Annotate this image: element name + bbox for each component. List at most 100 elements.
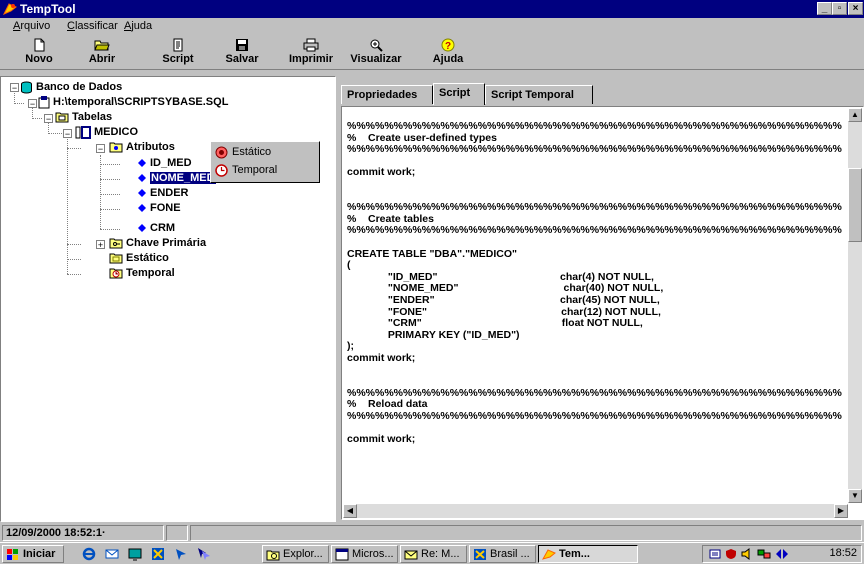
- vertical-scrollbar[interactable]: ▲ ▼: [848, 108, 862, 503]
- scroll-left-button[interactable]: ◀: [343, 504, 357, 518]
- scroll-down-button[interactable]: ▼: [848, 489, 862, 503]
- magnifier-icon: [370, 39, 383, 52]
- tab-label-propriedades: Propriedades: [347, 89, 418, 101]
- channel-icon[interactable]: [151, 547, 165, 561]
- context-menu: Estático Temporal: [210, 141, 320, 183]
- table-icon: [75, 125, 91, 139]
- abrir-button[interactable]: Abrir: [82, 35, 122, 69]
- menu-ajuda[interactable]: Ajuda: [124, 20, 152, 32]
- start-button[interactable]: Iniciar: [2, 545, 64, 563]
- status-bar: 12/09/2000 18:52:1·: [0, 524, 864, 542]
- internet-explorer-icon[interactable]: [82, 547, 96, 561]
- scroll-right-button[interactable]: ▶: [834, 504, 848, 518]
- imprimir-button[interactable]: Imprimir: [284, 35, 338, 69]
- script-text[interactable]: %%%%%%%%%%%%%%%%%%%%%%%%%%%%%%%%%%%%%%%%…: [347, 121, 842, 501]
- explorer-icon: [266, 550, 280, 561]
- attribute-icon: [138, 189, 146, 198]
- attribute-icon: [138, 224, 146, 233]
- ctx-item-temporal[interactable]: Temporal: [215, 162, 277, 179]
- tree-item-attr-id-med[interactable]: ID_MED: [137, 156, 192, 171]
- mail-icon: [404, 550, 418, 560]
- app-icon: [542, 549, 556, 560]
- tab-script[interactable]: Script: [433, 83, 485, 105]
- application-window-icon: [335, 548, 349, 561]
- tree-item-tabelas[interactable]: Tabelas: [55, 110, 112, 125]
- expander-tabelas[interactable]: −: [44, 114, 53, 124]
- menu-arquivo[interactable]: Arquivo: [13, 20, 50, 32]
- tree-label-attr: CRM: [150, 222, 176, 234]
- expander-chave[interactable]: +: [96, 240, 105, 250]
- horizontal-scrollbar[interactable]: ◀ ▶: [343, 504, 848, 518]
- ctx-item-estatico[interactable]: Estático: [215, 144, 271, 161]
- minimize-button[interactable]: _: [817, 2, 832, 15]
- task-explorer[interactable]: Explor...: [262, 545, 329, 563]
- tab-script-temporal[interactable]: Script Temporal: [485, 85, 593, 104]
- static-record-icon: [215, 146, 228, 159]
- speaker-icon[interactable]: [741, 548, 753, 560]
- expander-medico[interactable]: −: [63, 129, 72, 139]
- tree-label-tabelas: Tabelas: [72, 111, 113, 123]
- multi-arrow-icon[interactable]: [197, 547, 211, 561]
- task-label: Brasil ...: [490, 548, 530, 560]
- network-icon[interactable]: [757, 548, 771, 560]
- tree-item-attr-crm[interactable]: CRM: [137, 221, 175, 236]
- tree-item-banco-de-dados[interactable]: Banco de Dados: [20, 80, 122, 95]
- attribute-icon: [138, 159, 146, 168]
- vertical-scroll-thumb[interactable]: [848, 168, 862, 242]
- printer-icon: [303, 38, 319, 52]
- desktop-icon[interactable]: [128, 547, 142, 561]
- task-re-m[interactable]: Re: M...: [400, 545, 467, 563]
- salvar-button[interactable]: Salvar: [222, 35, 262, 69]
- task-label: Re: M...: [421, 548, 460, 560]
- novo-button[interactable]: Novo: [20, 35, 58, 69]
- expander-atributos[interactable]: −: [96, 144, 105, 154]
- tree-label-attr: ID_MED: [150, 157, 192, 169]
- app-icon: [3, 3, 17, 15]
- visualizar-label: Visualizar: [350, 53, 402, 65]
- expander-root[interactable]: −: [10, 83, 19, 93]
- tables-folder-icon: [55, 112, 69, 123]
- expander-file[interactable]: −: [28, 99, 37, 109]
- tree-item-atributos[interactable]: Atributos: [109, 140, 175, 155]
- task-brasil[interactable]: Brasil ...: [469, 545, 536, 563]
- script-document-icon: [173, 38, 183, 52]
- task-temptool[interactable]: Tem...: [538, 545, 638, 563]
- script-pane[interactable]: %%%%%%%%%%%%%%%%%%%%%%%%%%%%%%%%%%%%%%%%…: [341, 106, 864, 520]
- scroll-up-button[interactable]: ▲: [848, 108, 862, 122]
- title-bar[interactable]: TempTool _ ▫ ×: [0, 0, 864, 18]
- task-micros[interactable]: Micros...: [331, 545, 398, 563]
- connection-icon[interactable]: [775, 548, 789, 560]
- keyboard-icon[interactable]: [709, 548, 721, 560]
- task-label: Micros...: [352, 548, 394, 560]
- tree-item-temporal[interactable]: Temporal: [109, 266, 175, 281]
- tree-item-attr-nome-med[interactable]: NOME_MED: [137, 171, 216, 186]
- start-label: Iniciar: [23, 548, 56, 560]
- clock-icon: [215, 163, 228, 177]
- database-icon: [21, 81, 32, 94]
- tree-label-chave: Chave Primária: [126, 237, 207, 249]
- visualizar-button[interactable]: Visualizar: [347, 35, 405, 69]
- tree-item-medico[interactable]: MEDICO: [75, 125, 138, 140]
- menu-classificar[interactable]: Classificar: [67, 20, 118, 32]
- status-field-main: [190, 525, 862, 541]
- tree-label-attr: FONE: [150, 202, 181, 214]
- tree-item-attr-ender[interactable]: ENDER: [137, 186, 189, 201]
- outlook-express-icon[interactable]: [105, 547, 119, 561]
- tree-item-chave-primaria[interactable]: Chave Primária: [109, 236, 206, 251]
- close-button[interactable]: ×: [848, 2, 863, 15]
- tree-item-attr-fone[interactable]: FONE: [137, 201, 181, 216]
- shield-icon[interactable]: [725, 548, 737, 560]
- db-file-icon: [38, 95, 50, 109]
- tab-propriedades[interactable]: Propriedades: [341, 85, 433, 104]
- ctx-label-temporal: Temporal: [232, 164, 278, 176]
- tree-item-file[interactable]: H:\temporal\SCRIPTSYBASE.SQL: [38, 95, 228, 110]
- salvar-label: Salvar: [225, 53, 259, 65]
- maximize-button[interactable]: ▫: [832, 2, 847, 15]
- ajuda-label: Ajuda: [432, 53, 464, 65]
- ajuda-button[interactable]: ? Ajuda: [428, 35, 468, 69]
- script-button[interactable]: Script: [158, 35, 198, 69]
- tree-item-estatico[interactable]: Estático: [109, 251, 169, 266]
- status-datetime: 12/09/2000 18:52:1·: [2, 525, 164, 541]
- toolbar: Novo Abrir Script Salvar Imprimir Visual…: [0, 35, 864, 70]
- arrow-tool-icon[interactable]: [174, 547, 188, 561]
